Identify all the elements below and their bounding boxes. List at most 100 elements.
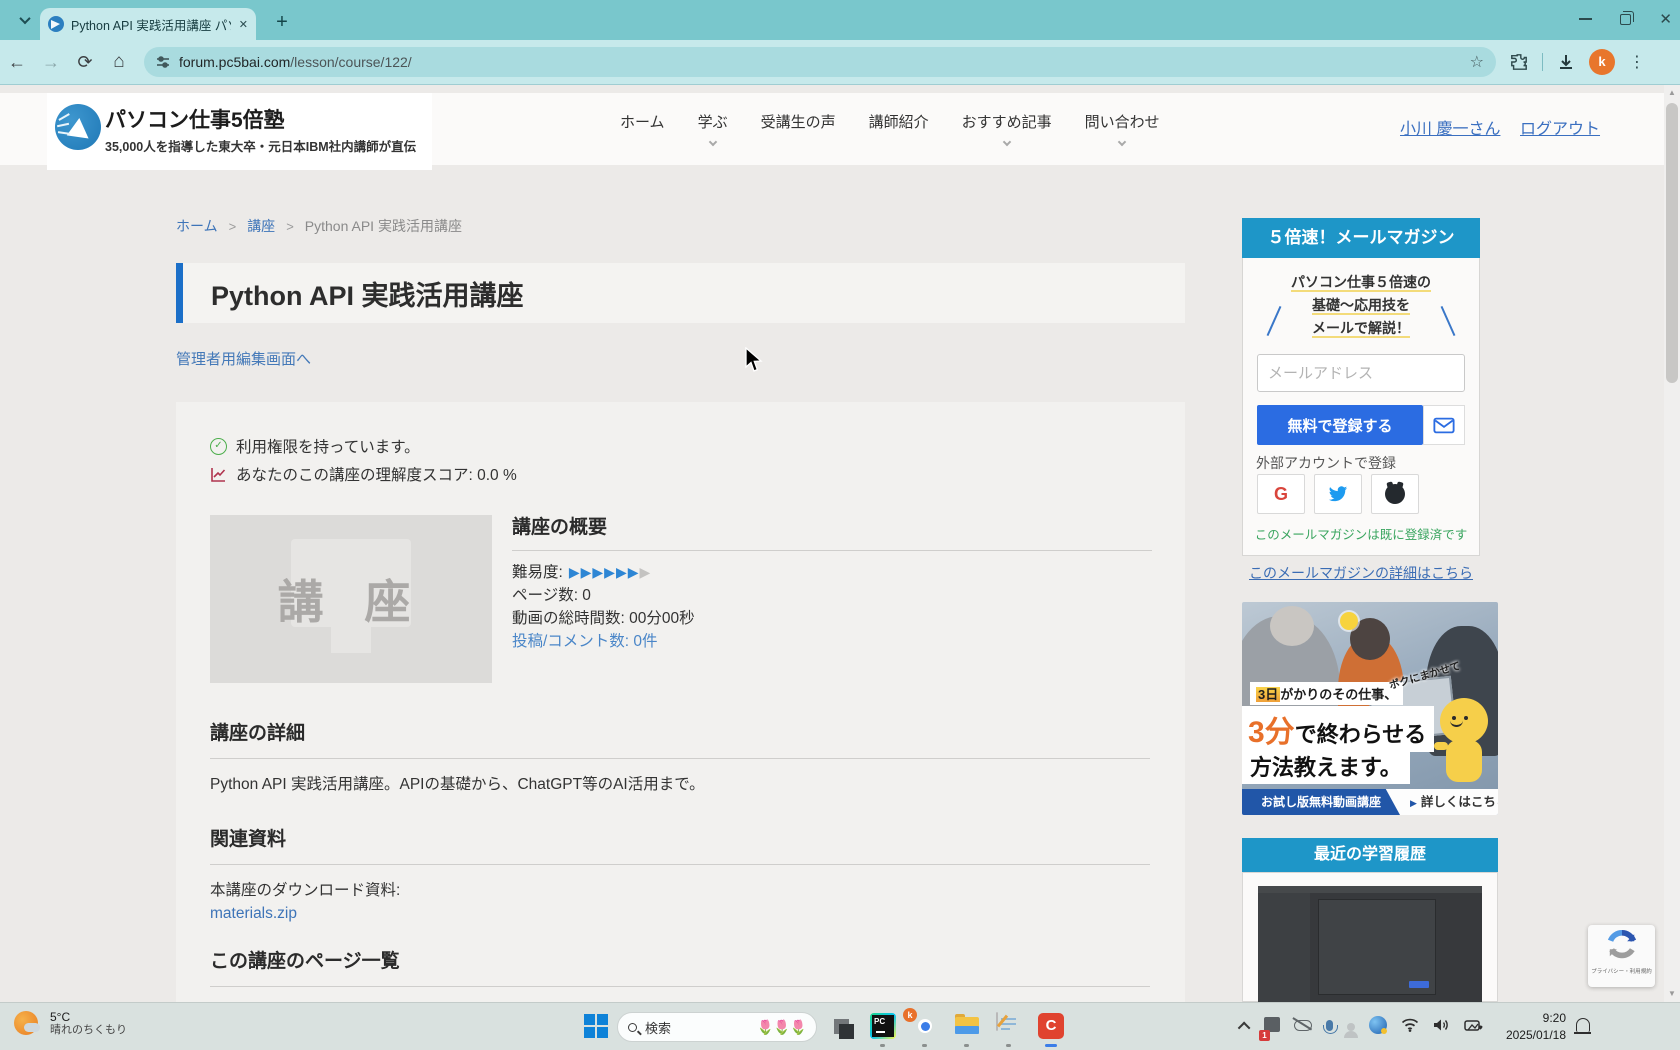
pycharm-app-icon[interactable]: PC <box>870 1013 896 1039</box>
ad-photo-person <box>1270 606 1314 646</box>
toolbar-separator <box>1542 53 1543 71</box>
scroll-up-arrow-icon[interactable]: ▲ <box>1664 85 1680 101</box>
newsletter-details-link[interactable]: このメールマガジンの詳細はこちら <box>1242 563 1480 583</box>
google-login-button[interactable]: G <box>1257 474 1305 514</box>
url-path: /lesson/course/122/ <box>290 54 411 70</box>
taskbar-search-box[interactable]: 検索 🌷🌷🌷 <box>617 1012 817 1042</box>
taskbar-clock[interactable]: 9:20 2025/01/18 <box>1498 1010 1566 1044</box>
tab-close-icon[interactable]: ✕ <box>239 18 248 31</box>
nav-item-home[interactable]: ホーム <box>620 111 665 145</box>
ad-banner[interactable]: 3日がかりのその仕事、 ボクにまかせて 3分で終わらせる 方法教えます。 お試し… <box>1242 602 1498 815</box>
assistant-icon[interactable] <box>1347 1018 1355 1036</box>
admin-edit-link[interactable]: 管理者用編集画面へ <box>176 348 311 369</box>
chart-line-icon <box>210 466 227 483</box>
clock-time: 9:20 <box>1498 1010 1566 1027</box>
download-icon[interactable] <box>1557 53 1575 71</box>
reload-button[interactable]: ⟳ <box>68 52 102 73</box>
site-logo[interactable]: パソコン仕事5倍塾 35,000人を指導した東大卒・元日本IBM社内講師が直伝 <box>47 93 432 170</box>
materials-heading: 関連資料 <box>210 824 1150 851</box>
user-name-link[interactable]: 小川 慶一さん <box>1400 115 1500 139</box>
search-tulip-decoration: 🌷🌷🌷 <box>757 1019 806 1036</box>
extensions-puzzle-icon[interactable] <box>1510 53 1528 71</box>
tray-app-icon[interactable]: 1 <box>1264 1017 1280 1037</box>
breadcrumb-separator: > <box>229 219 237 234</box>
window-minimize-button[interactable] <box>1579 18 1592 20</box>
github-login-button[interactable] <box>1371 474 1419 514</box>
tray-overflow-chevron-icon[interactable] <box>1241 1018 1250 1036</box>
new-tab-button[interactable]: + <box>268 8 296 36</box>
task-view-button[interactable] <box>828 1013 854 1039</box>
nav-item-voices[interactable]: 受講生の声 <box>761 111 836 145</box>
twitter-login-button[interactable] <box>1314 474 1362 514</box>
mouse-cursor <box>745 347 763 373</box>
system-tray: 1 <box>1234 1003 1490 1050</box>
history-card[interactable] <box>1242 872 1498 1002</box>
materials-file-link[interactable]: materials.zip <box>210 905 297 923</box>
breadcrumb: ホーム > 講座 > Python API 実践活用講座 <box>176 216 462 236</box>
window-restore-button[interactable] <box>1620 14 1631 25</box>
page-title: Python API 実践活用講座 <box>211 274 524 313</box>
difficulty-triangle-icon: ▶ <box>616 564 628 580</box>
forward-button[interactable]: → <box>34 52 68 73</box>
back-button[interactable]: ← <box>0 52 34 73</box>
app-sphere-icon[interactable] <box>1369 1016 1387 1039</box>
logout-link[interactable]: ログアウト <box>1520 115 1600 139</box>
profile-avatar[interactable]: k <box>1589 49 1615 75</box>
clip-app-icon[interactable]: C <box>1038 1013 1064 1039</box>
recaptcha-badge[interactable]: プライバシー・利用規約 <box>1588 925 1655 987</box>
taskbar-weather-widget[interactable]: 5°C 晴れのちくもり <box>14 1009 127 1037</box>
course-thumb-text: 講 座 <box>278 566 425 632</box>
check-circle-icon: ✓ <box>210 438 227 455</box>
recaptcha-privacy-text[interactable]: プライバシー・利用規約 <box>1588 967 1655 975</box>
overview-heading: 講座の概要 <box>512 512 1152 539</box>
ad-footer: お試し版無料動画講座 詳しくはこちら <box>1242 789 1498 815</box>
microphone-icon[interactable] <box>1326 1018 1333 1036</box>
notepad-app-icon[interactable] <box>996 1012 998 1031</box>
nav-item-contact[interactable]: 問い合わせ <box>1085 111 1160 145</box>
email-input[interactable] <box>1257 354 1465 392</box>
mascot-character <box>1432 698 1494 790</box>
difficulty-row: 難易度: ▶▶▶▶▶▶▶ <box>512 561 1152 584</box>
scrollbar-thumb[interactable] <box>1666 103 1678 383</box>
windows-start-button[interactable] <box>583 1013 609 1039</box>
register-button[interactable]: 無料で登録する <box>1257 405 1423 445</box>
breadcrumb-courses[interactable]: 講座 <box>247 216 275 236</box>
difficulty-triangle-icon: ▶ <box>581 564 593 580</box>
browser-tab[interactable]: Python API 実践活用講座 パソコ ✕ <box>40 8 256 40</box>
nav-item-learn[interactable]: 学ぶ <box>698 111 728 145</box>
speaker-icon[interactable] <box>1433 1018 1450 1037</box>
running-indicator <box>964 1044 969 1047</box>
difficulty-triangle-icon: ▶ <box>604 564 616 580</box>
vertical-scrollbar[interactable]: ▲ ▼ <box>1664 85 1680 1002</box>
tray-badge: 1 <box>1259 1030 1270 1041</box>
site-title: パソコン仕事5倍塾 <box>105 104 285 134</box>
site-info-icon[interactable] <box>156 55 170 69</box>
window-close-button[interactable]: ✕ <box>1659 10 1672 28</box>
nav-item-instructors[interactable]: 講師紹介 <box>869 111 929 145</box>
comments-link[interactable]: 投稿/コメント数: 0件 <box>512 630 658 653</box>
github-icon <box>1385 484 1405 504</box>
score-row: あなたのこの講座の理解度スコア: 0.0 % <box>210 463 517 485</box>
page-viewport: パソコン仕事5倍塾 35,000人を指導した東大卒・元日本IBM社内講師が直伝 … <box>0 85 1680 1002</box>
bookmark-star-icon[interactable]: ☆ <box>1470 52 1484 72</box>
onedrive-offline-icon[interactable] <box>1294 1018 1312 1036</box>
wifi-icon[interactable] <box>1401 1018 1419 1037</box>
twitter-icon <box>1328 486 1348 503</box>
ad-headline-3: 方法教えます。 <box>1242 748 1410 784</box>
breadcrumb-home[interactable]: ホーム <box>176 216 218 236</box>
scroll-down-arrow-icon[interactable]: ▼ <box>1664 986 1680 1002</box>
course-card: ✓ 利用権限を持っています。 あなたのこの講座の理解度スコア: 0.0 % 講 … <box>176 402 1185 1002</box>
url-bar[interactable]: forum.pc5bai.com/lesson/course/122/ ☆ <box>144 47 1496 77</box>
home-button[interactable]: ⌂ <box>102 51 136 73</box>
notification-bell-icon[interactable] <box>1576 1018 1590 1032</box>
chevron-down-icon <box>19 13 30 24</box>
browser-menu-icon[interactable]: ⋮ <box>1629 52 1645 72</box>
ad-cta-link[interactable]: 詳しくはこちら <box>1410 789 1498 815</box>
nav-item-articles[interactable]: おすすめ記事 <box>962 111 1052 145</box>
weather-temperature: 5°C <box>50 1010 127 1024</box>
tab-search-button[interactable] <box>12 8 38 32</box>
windows-taskbar: 5°C 晴れのちくもり 検索 🌷🌷🌷 PC k C 1 <box>0 1002 1680 1050</box>
battery-saver-icon[interactable] <box>1464 1018 1483 1037</box>
breadcrumb-current: Python API 実践活用講座 <box>305 216 462 236</box>
page-list-section: この講座のページ一覧 <box>210 946 1150 987</box>
